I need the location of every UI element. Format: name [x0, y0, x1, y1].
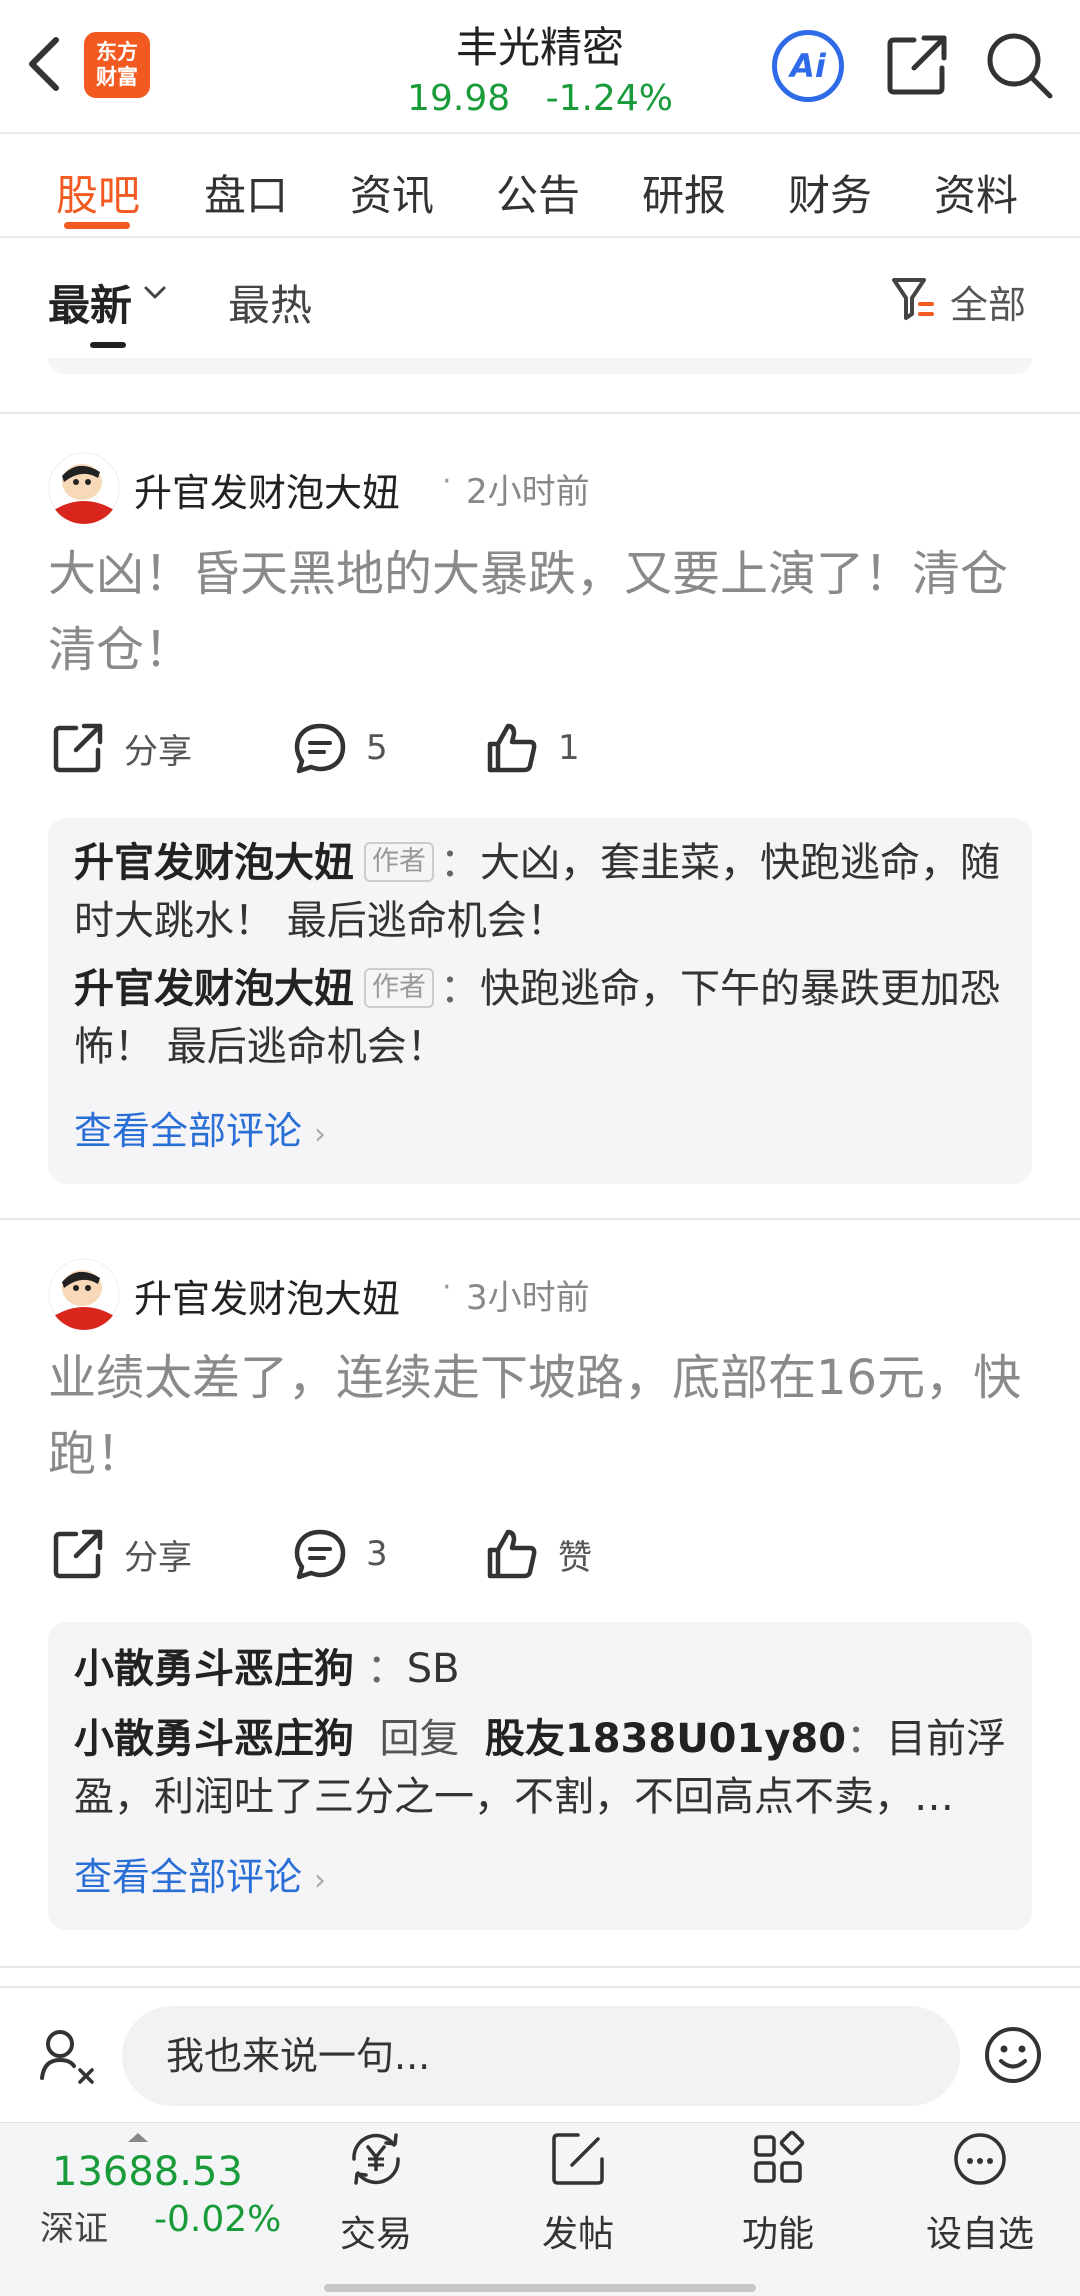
chevron-down-icon	[144, 286, 166, 299]
tab-guba[interactable]: 股吧	[56, 162, 140, 223]
view-all-comments-link[interactable]: 查看全部评论 ›	[74, 1846, 326, 1901]
comment-text: SB	[406, 1646, 460, 1692]
comment-author[interactable]: 小散勇斗恶庄狗	[74, 1716, 354, 1762]
thumbs-up-icon	[487, 723, 537, 773]
reply-word: 回复	[379, 1716, 460, 1762]
index-change[interactable]: -0.02%	[154, 2199, 281, 2240]
nav-label: 设自选	[925, 2214, 1034, 2255]
edit-post-icon	[552, 2133, 604, 2185]
comment-item[interactable]: 小散勇斗恶庄狗 回复 股友1838U01y80：目前浮盈，利润吐了三分之一，不割…	[74, 1710, 1014, 1826]
voice-input-icon[interactable]	[38, 2024, 98, 2084]
share-icon	[53, 723, 103, 773]
section-tabs: 股吧 盘口 资讯 公告 研报 财务 资料	[0, 136, 1080, 238]
share-label: 分享	[124, 1537, 192, 1578]
search-icon[interactable]	[984, 30, 1054, 100]
like-label: 赞	[558, 1537, 592, 1578]
comment-author[interactable]: 小散勇斗恶庄狗	[74, 1646, 354, 1692]
filter-funnel-icon[interactable]	[890, 274, 936, 322]
avatar[interactable]	[48, 1258, 120, 1330]
nav-functions[interactable]: 功能	[708, 2129, 848, 2255]
post-body[interactable]: 大凶！昏天黑地的大暴跌，又要上演了！清仓清仓！	[48, 536, 1032, 688]
post-divider	[0, 1966, 1080, 1968]
post-time: 2小时前	[466, 472, 590, 512]
stock-change: -1.24%	[545, 78, 673, 119]
yen-exchange-icon	[352, 2133, 400, 2185]
home-indicator	[324, 2284, 756, 2292]
reply-target[interactable]: 股友1838U01y80	[485, 1716, 846, 1762]
like-button[interactable]: 赞	[484, 1526, 592, 1582]
like-button[interactable]: 1	[484, 720, 580, 776]
post-card[interactable]: 升官发财泡大妞 · 2小时前 大凶！昏天黑地的大暴跌，又要上演了！清仓清仓！ 分…	[0, 414, 1080, 1220]
nav-trade[interactable]: 交易	[306, 2129, 446, 2255]
stock-price: 19.98	[407, 78, 511, 119]
comment-item[interactable]: 小散勇斗恶庄狗 ：SB	[74, 1640, 1014, 1698]
comment-bubble-icon	[294, 1529, 346, 1580]
view-all-comments-link[interactable]: 查看全部评论 ›	[74, 1100, 326, 1155]
expand-arrow-icon[interactable]	[128, 2133, 148, 2142]
tab-news[interactable]: 资讯	[350, 162, 434, 223]
avatar[interactable]	[48, 452, 120, 524]
tab-announcements[interactable]: 公告	[496, 162, 580, 223]
index-value[interactable]: 13688.53	[52, 2149, 243, 2195]
post-author[interactable]: 升官发财泡大妞	[134, 1268, 400, 1323]
post-time: 3小时前	[466, 1278, 590, 1318]
tab-profile[interactable]: 资料	[934, 162, 1018, 223]
post-card[interactable]: 升官发财泡大妞 · 3小时前 业绩太差了，连续走下坡路，底部在16元，快跑！ 分…	[0, 1220, 1080, 1966]
comments-preview[interactable]: 小散勇斗恶庄狗 ：SB 小散勇斗恶庄狗 回复 股友1838U01y80：目前浮盈…	[48, 1622, 1032, 1930]
tab-finance[interactable]: 财务	[788, 162, 872, 223]
sort-active-indicator	[90, 342, 126, 348]
sort-latest-button[interactable]: 最新	[48, 272, 132, 333]
tab-research[interactable]: 研报	[642, 162, 726, 223]
author-badge: 作者	[364, 842, 434, 882]
view-all-label: 查看全部评论	[74, 1109, 303, 1153]
grid-apps-icon	[754, 2130, 805, 2183]
share-icon[interactable]	[884, 32, 950, 98]
share-icon	[53, 1529, 103, 1579]
author-badge: 作者	[364, 968, 434, 1008]
comment-count: 3	[366, 1534, 388, 1574]
comment-count: 5	[366, 728, 388, 768]
separator-dot: ·	[442, 1270, 452, 1305]
emoji-icon[interactable]	[984, 2026, 1042, 2084]
share-button[interactable]: 分享	[50, 720, 192, 776]
share-button[interactable]: 分享	[50, 1526, 192, 1582]
chevron-right-icon: ›	[314, 1117, 327, 1152]
like-count: 1	[558, 728, 580, 768]
ai-assistant-icon[interactable]: Ai	[772, 30, 844, 102]
add-watchlist-icon	[954, 2133, 1006, 2185]
sort-hot-button[interactable]: 最热	[228, 272, 312, 333]
comment-button[interactable]: 3	[292, 1526, 388, 1582]
thumbs-up-icon	[487, 1529, 537, 1579]
post-body[interactable]: 业绩太差了，连续走下坡路，底部在16元，快跑！	[48, 1340, 1032, 1492]
nav-label: 交易	[339, 2214, 412, 2255]
nav-add-watchlist[interactable]: 设自选	[910, 2129, 1050, 2255]
comment-input-bar: 我也来说一句...	[0, 1986, 1080, 2120]
tab-pankou[interactable]: 盘口	[204, 162, 288, 223]
bottom-toolbar: 13688.53 深证 -0.02% 交易 发帖 功能 设自选	[0, 2122, 1080, 2296]
comment-input[interactable]: 我也来说一句...	[122, 2006, 960, 2106]
comment-author[interactable]: 升官发财泡大妞	[74, 966, 354, 1012]
previous-comment-box-edge	[48, 358, 1032, 374]
share-label: 分享	[124, 731, 192, 772]
comment-item[interactable]: 升官发财泡大妞 作者 ：大凶，套韭菜，快跑逃命，随时大跳水！ 最后逃命机会！	[74, 834, 1014, 950]
view-all-label: 查看全部评论	[74, 1855, 303, 1899]
active-tab-indicator	[64, 222, 130, 229]
comment-bubble-icon	[294, 723, 346, 774]
nav-label: 功能	[741, 2214, 814, 2255]
comment-item[interactable]: 升官发财泡大妞 作者 ：快跑逃命，下午的暴跌更加恐怖！ 最后逃命机会！	[74, 960, 1014, 1076]
top-header: 东方 财富 丰光精密 19.98 -1.24% Ai	[0, 0, 1080, 134]
separator-dot: ·	[442, 464, 452, 499]
comment-button[interactable]: 5	[292, 720, 388, 776]
filter-all-button[interactable]: 全部	[950, 274, 1026, 329]
comment-author[interactable]: 升官发财泡大妞	[74, 840, 354, 886]
chevron-right-icon: ›	[314, 1863, 327, 1898]
index-name[interactable]: 深证	[40, 2201, 108, 2250]
comments-preview[interactable]: 升官发财泡大妞 作者 ：大凶，套韭菜，快跑逃命，随时大跳水！ 最后逃命机会！ 升官发…	[48, 818, 1032, 1184]
post-author[interactable]: 升官发财泡大妞	[134, 462, 400, 517]
nav-post[interactable]: 发帖	[508, 2129, 648, 2255]
nav-label: 发帖	[541, 2214, 614, 2255]
